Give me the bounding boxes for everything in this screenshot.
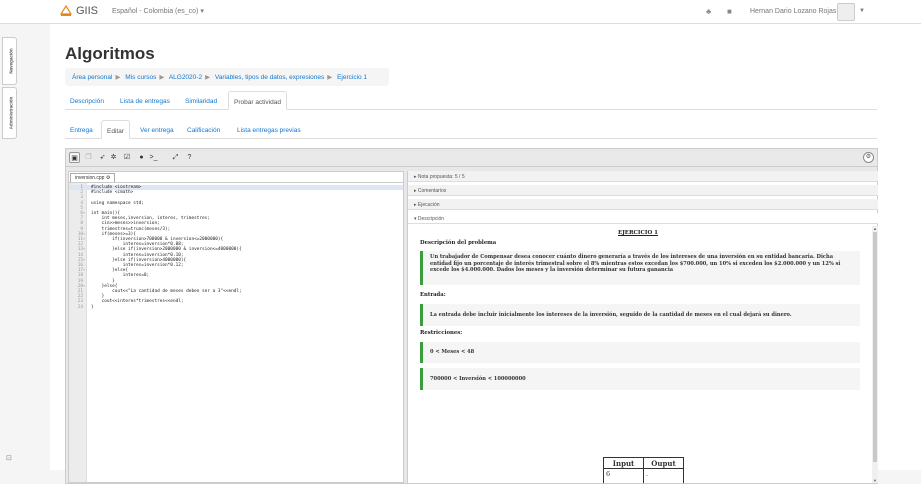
- breadcrumb-item[interactable]: Variables, tipos de datos, expresiones: [215, 74, 324, 81]
- restrictions-heading: Restricciones:: [420, 330, 463, 336]
- submission-tabs: Entrega Editar Ver entrega Calificación …: [65, 120, 877, 139]
- tab-lista-entregas[interactable]: Lista de entregas: [115, 91, 175, 110]
- terminal-icon[interactable]: >_: [148, 152, 159, 163]
- tab-similaridad[interactable]: Similaridad: [180, 91, 222, 110]
- caret-down-icon[interactable]: ▼: [859, 8, 865, 14]
- exercise-title: EJERCICIO 1: [618, 230, 658, 236]
- tab-ver-entrega[interactable]: Ver entrega: [135, 120, 179, 139]
- problem-text: Un trabajador de Compensar desea conocer…: [420, 251, 860, 285]
- scroll-down-icon[interactable]: ▼: [872, 478, 878, 483]
- save-icon[interactable]: ▣: [69, 152, 80, 163]
- main-content: Algoritmos Área personal ▶ Mis cursos ▶ AL…: [50, 24, 921, 484]
- vpl-ide: ▣ ❐ ➶ ✲ ☑ ● >_ ⤢ ? ⚙ inversion.cpp ⚙ 1 #i…: [65, 148, 878, 484]
- breadcrumb-item[interactable]: ALG2020-2: [169, 74, 202, 81]
- code-editor-panel: inversion.cpp ⚙ 1 #include <iostream> 2 #in…: [68, 171, 404, 483]
- tab-probar-actividad[interactable]: Probar actividad: [228, 91, 287, 110]
- tab-calificacion[interactable]: Calificación: [182, 120, 225, 139]
- breadcrumb-item[interactable]: Área personal: [72, 74, 112, 81]
- description-content: EJERCICIO 1 Descripción del problema Un …: [408, 226, 878, 483]
- logo-icon[interactable]: [60, 5, 72, 17]
- code-line[interactable]: 24}: [69, 305, 403, 310]
- help-icon[interactable]: ?: [184, 152, 195, 163]
- input-text: La entrada debe incluir inicialmente los…: [420, 304, 860, 326]
- accordion-comentarios[interactable]: ▸ Comentarios: [408, 185, 878, 196]
- accordion-nota[interactable]: ▸ Nota propuesta: 5 / 5: [408, 171, 878, 182]
- navigation-label: Navegación: [8, 48, 14, 74]
- dock-icon[interactable]: ⊡: [6, 454, 12, 462]
- breadcrumb-item[interactable]: Mis cursos: [125, 74, 156, 81]
- tab-lista-entregas-previas[interactable]: Lista entregas previas: [232, 120, 306, 139]
- table-cell-output: . 600000: [643, 468, 684, 483]
- restriction-meses: 0 < Meses < 48: [420, 342, 860, 363]
- chat-icon[interactable]: ●: [136, 152, 147, 163]
- language-menu[interactable]: Español - Colombia (es_co) ▾: [112, 7, 204, 15]
- io-example-table: Input Ouput 6 3000000 . .: [603, 457, 684, 483]
- table-header-input: Input: [603, 457, 644, 469]
- restriction-inversion: 700000 < Inversión < 100000000: [420, 368, 860, 390]
- accordion-ejecucion[interactable]: ▸ Ejecución: [408, 199, 878, 210]
- navigation-block-tab[interactable]: Navegación: [2, 37, 17, 85]
- input-heading: Entrada:: [420, 292, 446, 298]
- description-scrollbar[interactable]: ▲ ▼: [872, 226, 878, 483]
- site-brand[interactable]: GIIS: [76, 5, 98, 17]
- problem-heading: Descripción del problema: [420, 240, 497, 246]
- bug-icon[interactable]: ✲: [108, 152, 119, 163]
- chat-icon[interactable]: ■: [727, 7, 732, 16]
- results-panel: ▸ Nota propuesta: 5 / 5 ▸ Comentarios ▸ …: [407, 171, 878, 483]
- breadcrumb: Área personal ▶ Mis cursos ▶ ALG2020-2 ▶ Va…: [65, 68, 389, 86]
- fullscreen-icon[interactable]: ⤢: [170, 152, 181, 163]
- tab-editar[interactable]: Editar: [101, 120, 130, 139]
- code-editor[interactable]: 1 #include <iostream> 2 #include <cmath> 3 4 u…: [69, 182, 403, 482]
- breadcrumb-item[interactable]: Ejercicio 1: [337, 74, 367, 81]
- user-name[interactable]: Hernan Dario Lozano Rojas: [750, 8, 836, 15]
- code-text: }: [91, 304, 94, 310]
- tab-entrega[interactable]: Entrega: [65, 120, 98, 139]
- check-icon[interactable]: ☑: [120, 152, 134, 163]
- table-cell-input: 6 3000000 .: [603, 468, 644, 483]
- scroll-up-icon[interactable]: ▲: [872, 226, 878, 231]
- table-header-output: Ouput: [643, 457, 684, 469]
- avatar[interactable]: [837, 3, 855, 21]
- administration-label: Administración: [8, 96, 14, 130]
- tab-descripcion[interactable]: Descripción: [65, 91, 109, 110]
- activity-tabs: Descripción Lista de entregas Similarida…: [65, 91, 877, 110]
- line-number: 24: [77, 304, 83, 310]
- administration-block-tab[interactable]: Administración: [2, 87, 17, 139]
- top-navbar: GIIS Español - Colombia (es_co) ▾ ♣ ■ He…: [0, 0, 921, 24]
- pin-icon[interactable]: ➶: [97, 152, 108, 163]
- file-tab[interactable]: inversion.cpp ⚙: [70, 173, 116, 182]
- bell-icon[interactable]: ♣: [706, 7, 711, 16]
- info-circle-icon[interactable]: ⚙: [863, 152, 874, 163]
- page-title: Algoritmos: [65, 44, 155, 63]
- accordion-descripcion[interactable]: ▾ Descripción: [408, 213, 878, 224]
- scroll-thumb[interactable]: [873, 232, 877, 462]
- copy-icon[interactable]: ❐: [83, 152, 94, 163]
- ide-toolbar: ▣ ❐ ➶ ✲ ☑ ● >_ ⤢ ? ⚙: [66, 149, 877, 167]
